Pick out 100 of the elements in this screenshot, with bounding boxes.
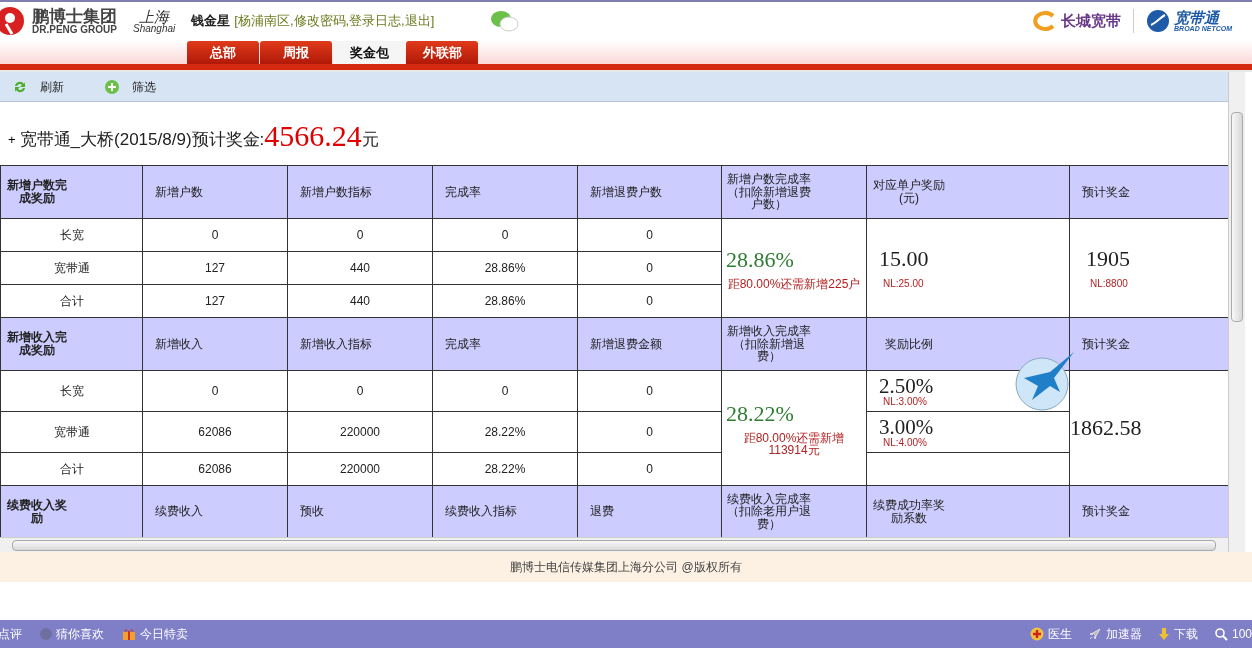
taskbar-item[interactable]: 下载	[1157, 625, 1198, 643]
download-icon	[1157, 627, 1170, 641]
column-header: 新增退费户数	[590, 185, 663, 199]
column-header: 新增收入完成奖励	[6, 331, 68, 357]
gift-icon	[122, 627, 136, 641]
bonus-note: NL:8800	[1090, 277, 1128, 292]
copyright-text: 鹏博士电信传媒集团上海分公司 @版权所有	[510, 559, 742, 576]
column-header: 续费收入	[155, 505, 204, 518]
table-cell: 0	[646, 261, 653, 275]
column-header: 新增户数完成奖励	[6, 179, 68, 205]
table-cell: 28.86%	[484, 294, 526, 308]
column-header: 对应单户奖励(元)	[872, 179, 946, 205]
taskbar-item[interactable]: 今日特卖	[122, 625, 188, 643]
taskbar-item[interactable]: 猜你喜欢	[40, 625, 104, 643]
rate-note: 距80.00%还需新增113914元	[742, 431, 846, 456]
column-header: 新增户数指标	[300, 185, 373, 199]
bonus-amount: 1905	[1086, 244, 1130, 273]
table-cell: 28.22%	[484, 462, 526, 476]
reward-amount: 15.00	[879, 244, 929, 273]
table-cell: 127	[205, 294, 225, 308]
column-header: 新增收入	[155, 337, 204, 351]
table-cell: 长宽	[59, 384, 84, 398]
bird-icon[interactable]	[1012, 350, 1076, 412]
table-cell: 0	[356, 384, 364, 398]
table-cell: 合计	[59, 294, 84, 308]
table-cell: 宽带通	[53, 425, 90, 439]
expand-toggle[interactable]: +	[8, 129, 16, 150]
nav-tab[interactable]: 奖金包	[333, 41, 405, 64]
column-header: 预计奖金	[1082, 337, 1131, 351]
column-header: 完成率	[445, 185, 482, 199]
table-cell: 宽带通	[53, 261, 90, 275]
medical-cross-icon	[1029, 627, 1044, 641]
city-subtitle: Shanghai	[133, 23, 176, 34]
rate-note: 距80.00%还需新增225户	[726, 277, 862, 290]
chat-icon[interactable]	[490, 9, 521, 33]
table-cell: 0	[211, 228, 219, 242]
city-name: 上海	[139, 8, 170, 24]
magnifier-icon	[1213, 627, 1228, 641]
user-name: 钱金星	[191, 12, 231, 31]
column-header: 新增户数	[155, 185, 204, 199]
plus-icon	[104, 78, 120, 95]
column-header: 预收	[300, 505, 325, 518]
completion-rate: 28.22%	[726, 400, 795, 428]
table-cell: 28.22%	[484, 425, 526, 439]
bonus-amount: 1862.58	[1070, 414, 1142, 442]
user-links[interactable]: [杨浦南区,修改密码,登录日志,退出]	[234, 11, 435, 31]
rocket-icon	[1087, 627, 1102, 641]
column-header: 续费收入完成率（扣除老用户退费）	[726, 492, 812, 531]
table-cell: 62086	[198, 462, 232, 476]
table-cell: 0	[211, 384, 219, 398]
column-header: 奖励比例	[884, 337, 934, 351]
ratio-value: 3.00%	[879, 416, 934, 438]
table-cell: 220000	[339, 462, 380, 476]
taskbar-item[interactable]: 100	[1213, 625, 1252, 643]
ratio-value: 2.50%	[879, 375, 934, 397]
column-header: 续费收入指标	[445, 505, 518, 518]
table-cell: 长宽	[59, 228, 84, 242]
taskbar-item[interactable]: 医生	[1029, 625, 1072, 643]
toolbar-button[interactable]: 筛选	[104, 77, 156, 96]
table-cell: 0	[646, 228, 653, 242]
table-cell: 0	[501, 228, 509, 242]
column-header: 新增收入完成率（扣除新增退费）	[726, 325, 812, 363]
table-cell: 0	[356, 228, 364, 242]
currency-unit: 元	[361, 129, 379, 151]
table-cell: 0	[646, 294, 653, 308]
taskbar-item[interactable]: 加速器	[1087, 625, 1142, 643]
logo-subtitle: DR.PENG GROUP	[32, 24, 117, 35]
column-header: 预计奖金	[1082, 185, 1131, 199]
table-cell: 0	[646, 425, 653, 439]
ratio-note: NL:4.00%	[883, 437, 927, 448]
table-cell: 0	[501, 384, 509, 398]
partner-name: 长城宽带	[1061, 10, 1122, 31]
column-header: 预计奖金	[1082, 505, 1131, 518]
table-cell: 62086	[198, 425, 232, 439]
column-header: 续费收入奖励	[6, 498, 68, 525]
column-header: 退费	[590, 505, 615, 518]
nav-tab[interactable]: 总部	[187, 41, 259, 64]
page-title: 宽带通_大桥(2015/8/9)预计奖金:	[19, 129, 265, 151]
table-cell: 440	[350, 261, 370, 275]
table-cell: 127	[205, 261, 225, 275]
column-header: 续费成功率奖励系数	[872, 498, 946, 525]
nav-tab[interactable]: 外联部	[406, 41, 478, 64]
column-header: 新增收入指标	[300, 337, 373, 351]
nav-tab[interactable]: 周报	[260, 41, 332, 64]
logo-name: 鹏博士集团	[32, 7, 117, 25]
partner-name: 宽带通	[1174, 10, 1220, 25]
ratio-note: NL:3.00%	[883, 396, 927, 407]
table-cell: 440	[350, 294, 370, 308]
table-cell: 合计	[59, 462, 84, 476]
table-cell: 220000	[339, 425, 380, 439]
column-header: 新增退费金额	[590, 337, 663, 351]
reward-note: NL:25.00	[883, 277, 924, 292]
table-cell: 28.86%	[484, 261, 526, 275]
total-bonus: 4566.24	[264, 120, 362, 151]
table-cell: 0	[646, 462, 653, 476]
column-header: 新增户数完成率（扣除新增退费户数）	[726, 173, 812, 211]
table-cell: 0	[646, 384, 653, 398]
completion-rate: 28.86%	[726, 246, 795, 274]
column-header: 完成率	[445, 337, 482, 351]
toolbar-button[interactable]: 刷新	[12, 77, 64, 96]
